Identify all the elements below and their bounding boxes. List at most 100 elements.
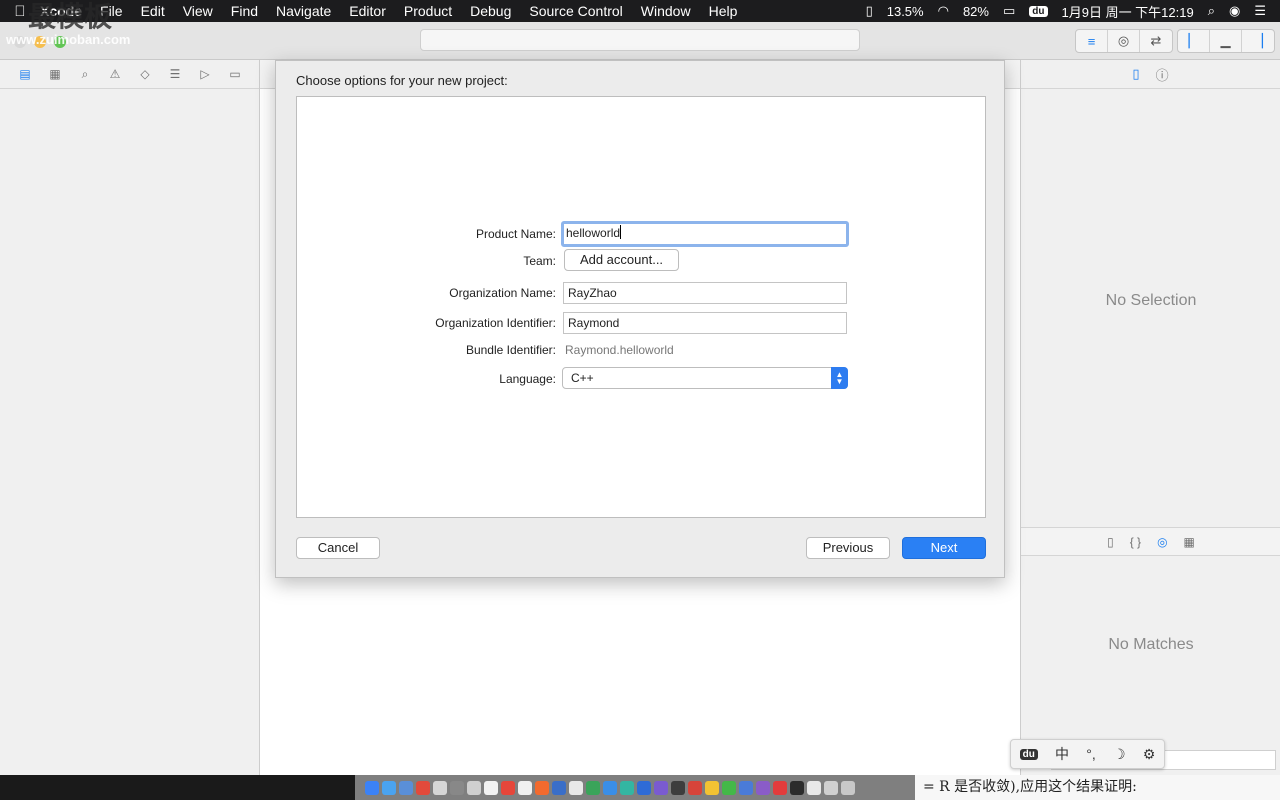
product-name-row: Product Name: helloworld bbox=[297, 221, 987, 247]
team-row: Team: Add account... bbox=[297, 249, 987, 274]
editor-mode-group: ≡ ◎ ⇄ bbox=[1075, 29, 1173, 53]
app-dock-icon-3[interactable] bbox=[671, 780, 685, 795]
notes-dock-icon[interactable] bbox=[484, 780, 498, 795]
dock bbox=[355, 775, 915, 800]
media-library-icon[interactable]: ▦ bbox=[1184, 535, 1195, 549]
numbers-dock-icon[interactable] bbox=[586, 780, 600, 795]
battery-percent: 13.5% bbox=[886, 3, 924, 19]
chrome-dock-icon[interactable] bbox=[416, 780, 430, 795]
siri-icon[interactable]: ◉ bbox=[1229, 3, 1240, 19]
textedit-dock-icon[interactable] bbox=[569, 780, 583, 795]
organization-identifier-input[interactable]: Raymond bbox=[563, 312, 847, 334]
music-dock-icon[interactable] bbox=[518, 780, 532, 795]
settings-dock-icon[interactable] bbox=[467, 780, 481, 795]
product-name-input[interactable]: helloworld bbox=[561, 221, 849, 247]
du-input-icon[interactable]: du bbox=[1029, 5, 1048, 17]
code-snippet-library-icon[interactable]: { } bbox=[1130, 535, 1141, 549]
library-tabs: ▯ { } ◎ ▦ bbox=[1021, 527, 1280, 556]
app-dock-icon-2[interactable] bbox=[620, 780, 634, 795]
bundle-identifier-row: Bundle Identifier: Raymond.helloworld bbox=[297, 339, 987, 363]
file-template-library-icon[interactable]: ▯ bbox=[1107, 535, 1114, 549]
product-name-value: helloworld bbox=[566, 226, 621, 240]
app-dock-icon-6[interactable] bbox=[739, 780, 753, 795]
photos-dock-icon[interactable] bbox=[535, 780, 549, 795]
launchpad-dock-icon[interactable] bbox=[450, 780, 464, 795]
ime-mode-toggle[interactable]: 中 bbox=[1055, 744, 1069, 764]
notification-center-icon[interactable]: ☰ bbox=[1254, 3, 1266, 19]
file-inspector-icon[interactable]: ▯ bbox=[1132, 66, 1139, 82]
cancel-button[interactable]: Cancel bbox=[296, 537, 380, 559]
language-select[interactable]: C++ ▲ ▼ bbox=[562, 367, 848, 389]
menu-product[interactable]: Product bbox=[404, 3, 452, 19]
add-account-button[interactable]: Add account... bbox=[564, 249, 679, 271]
ime-logo-icon[interactable]: du bbox=[1019, 748, 1038, 760]
product-name-label: Product Name: bbox=[475, 227, 556, 241]
organization-identifier-label: Organization Identifier: bbox=[435, 316, 556, 330]
next-button[interactable]: Next bbox=[902, 537, 986, 559]
network-dock-icon[interactable] bbox=[399, 780, 413, 795]
no-matches-label: No Matches bbox=[1108, 636, 1194, 653]
menu-view[interactable]: View bbox=[183, 3, 213, 19]
keynote-dock-icon[interactable] bbox=[552, 780, 566, 795]
find-navigator-icon[interactable]: ⌕ bbox=[76, 67, 94, 82]
toggle-navigator-icon[interactable]: ▏ bbox=[1178, 30, 1210, 52]
app-dock-icon-5[interactable] bbox=[705, 780, 719, 795]
ime-skin-icon[interactable]: ☽ bbox=[1113, 746, 1126, 763]
breakpoint-navigator-icon[interactable]: ▷ bbox=[196, 67, 214, 81]
menu-editor[interactable]: Editor bbox=[349, 3, 386, 19]
test-navigator-icon[interactable]: ◇ bbox=[136, 67, 154, 81]
menu-window[interactable]: Window bbox=[641, 3, 691, 19]
previous-button[interactable]: Previous bbox=[806, 537, 890, 559]
menu-debug[interactable]: Debug bbox=[470, 3, 511, 19]
clock[interactable]: 1月9日 周一 下午12:19 bbox=[1062, 2, 1194, 21]
popup-chevron-icon: ▲ ▼ bbox=[831, 367, 848, 389]
report-navigator-icon[interactable]: ▭ bbox=[226, 67, 244, 81]
spotlight-search-icon[interactable]: ⌕ bbox=[1208, 3, 1215, 19]
text-caret bbox=[620, 225, 622, 239]
terminal-dock-icon[interactable] bbox=[790, 780, 804, 795]
project-navigator-icon[interactable]: ▤ bbox=[16, 67, 34, 81]
no-selection-label: No Selection bbox=[1105, 292, 1197, 309]
preview-dock-icon[interactable] bbox=[433, 780, 447, 795]
debug-navigator-icon[interactable]: ☰ bbox=[166, 67, 184, 81]
downloads-dock-icon[interactable] bbox=[824, 780, 838, 795]
object-library-icon[interactable]: ◎ bbox=[1157, 535, 1167, 549]
menu-help[interactable]: Help bbox=[709, 3, 738, 19]
ime-punctuation-toggle[interactable]: °, bbox=[1086, 746, 1096, 762]
menu-find[interactable]: Find bbox=[231, 3, 258, 19]
safari-dock-icon[interactable] bbox=[382, 780, 396, 795]
appstore-dock-icon[interactable] bbox=[603, 780, 617, 795]
toggle-debug-area-icon[interactable]: ▁ bbox=[1210, 30, 1242, 52]
toggle-inspector-icon[interactable]: ▕ bbox=[1242, 30, 1274, 52]
trash-dock-icon[interactable] bbox=[841, 780, 855, 795]
xcode-dock-icon[interactable] bbox=[637, 780, 651, 795]
menu-navigate[interactable]: Navigate bbox=[276, 3, 331, 19]
charge-percent: 82% bbox=[962, 3, 989, 19]
wifi-icon[interactable]: ◠ bbox=[938, 3, 949, 19]
battery-icon[interactable]: ▭ bbox=[1003, 3, 1015, 19]
vscode-dock-icon[interactable] bbox=[654, 780, 668, 795]
team-label: Team: bbox=[523, 254, 556, 268]
wechat-dock-icon[interactable] bbox=[722, 780, 736, 795]
symbol-navigator-icon[interactable]: ▦ bbox=[46, 67, 64, 81]
assistant-editor-icon[interactable]: ◎ bbox=[1108, 30, 1140, 52]
organization-name-input[interactable]: RayZhao bbox=[563, 282, 847, 304]
menu-source-control[interactable]: Source Control bbox=[529, 3, 622, 19]
activity-view bbox=[420, 29, 860, 51]
issue-navigator-icon[interactable]: ⚠ bbox=[106, 67, 124, 81]
bundle-identifier-label: Bundle Identifier: bbox=[465, 343, 556, 357]
view-toggle-group: ▏ ▁ ▕ bbox=[1177, 29, 1275, 53]
menu-edit[interactable]: Edit bbox=[141, 3, 165, 19]
app-dock-icon-4[interactable] bbox=[688, 780, 702, 795]
app-dock-icon-1[interactable] bbox=[501, 780, 515, 795]
app-dock-icon-7[interactable] bbox=[756, 780, 770, 795]
finder-dock-icon[interactable] bbox=[365, 780, 379, 795]
netease-music-dock-icon[interactable] bbox=[773, 780, 787, 795]
document-dock-icon[interactable] bbox=[807, 780, 821, 795]
options-panel: Product Name: helloworld Team: Add accou… bbox=[296, 96, 986, 518]
standard-editor-icon[interactable]: ≡ bbox=[1076, 30, 1108, 52]
battery-monitor-icon[interactable]: ▯ bbox=[866, 3, 873, 19]
ime-settings-icon[interactable]: ⚙ bbox=[1143, 746, 1156, 763]
version-editor-icon[interactable]: ⇄ bbox=[1140, 30, 1172, 52]
quick-help-icon[interactable]: ⓘ bbox=[1156, 65, 1169, 84]
